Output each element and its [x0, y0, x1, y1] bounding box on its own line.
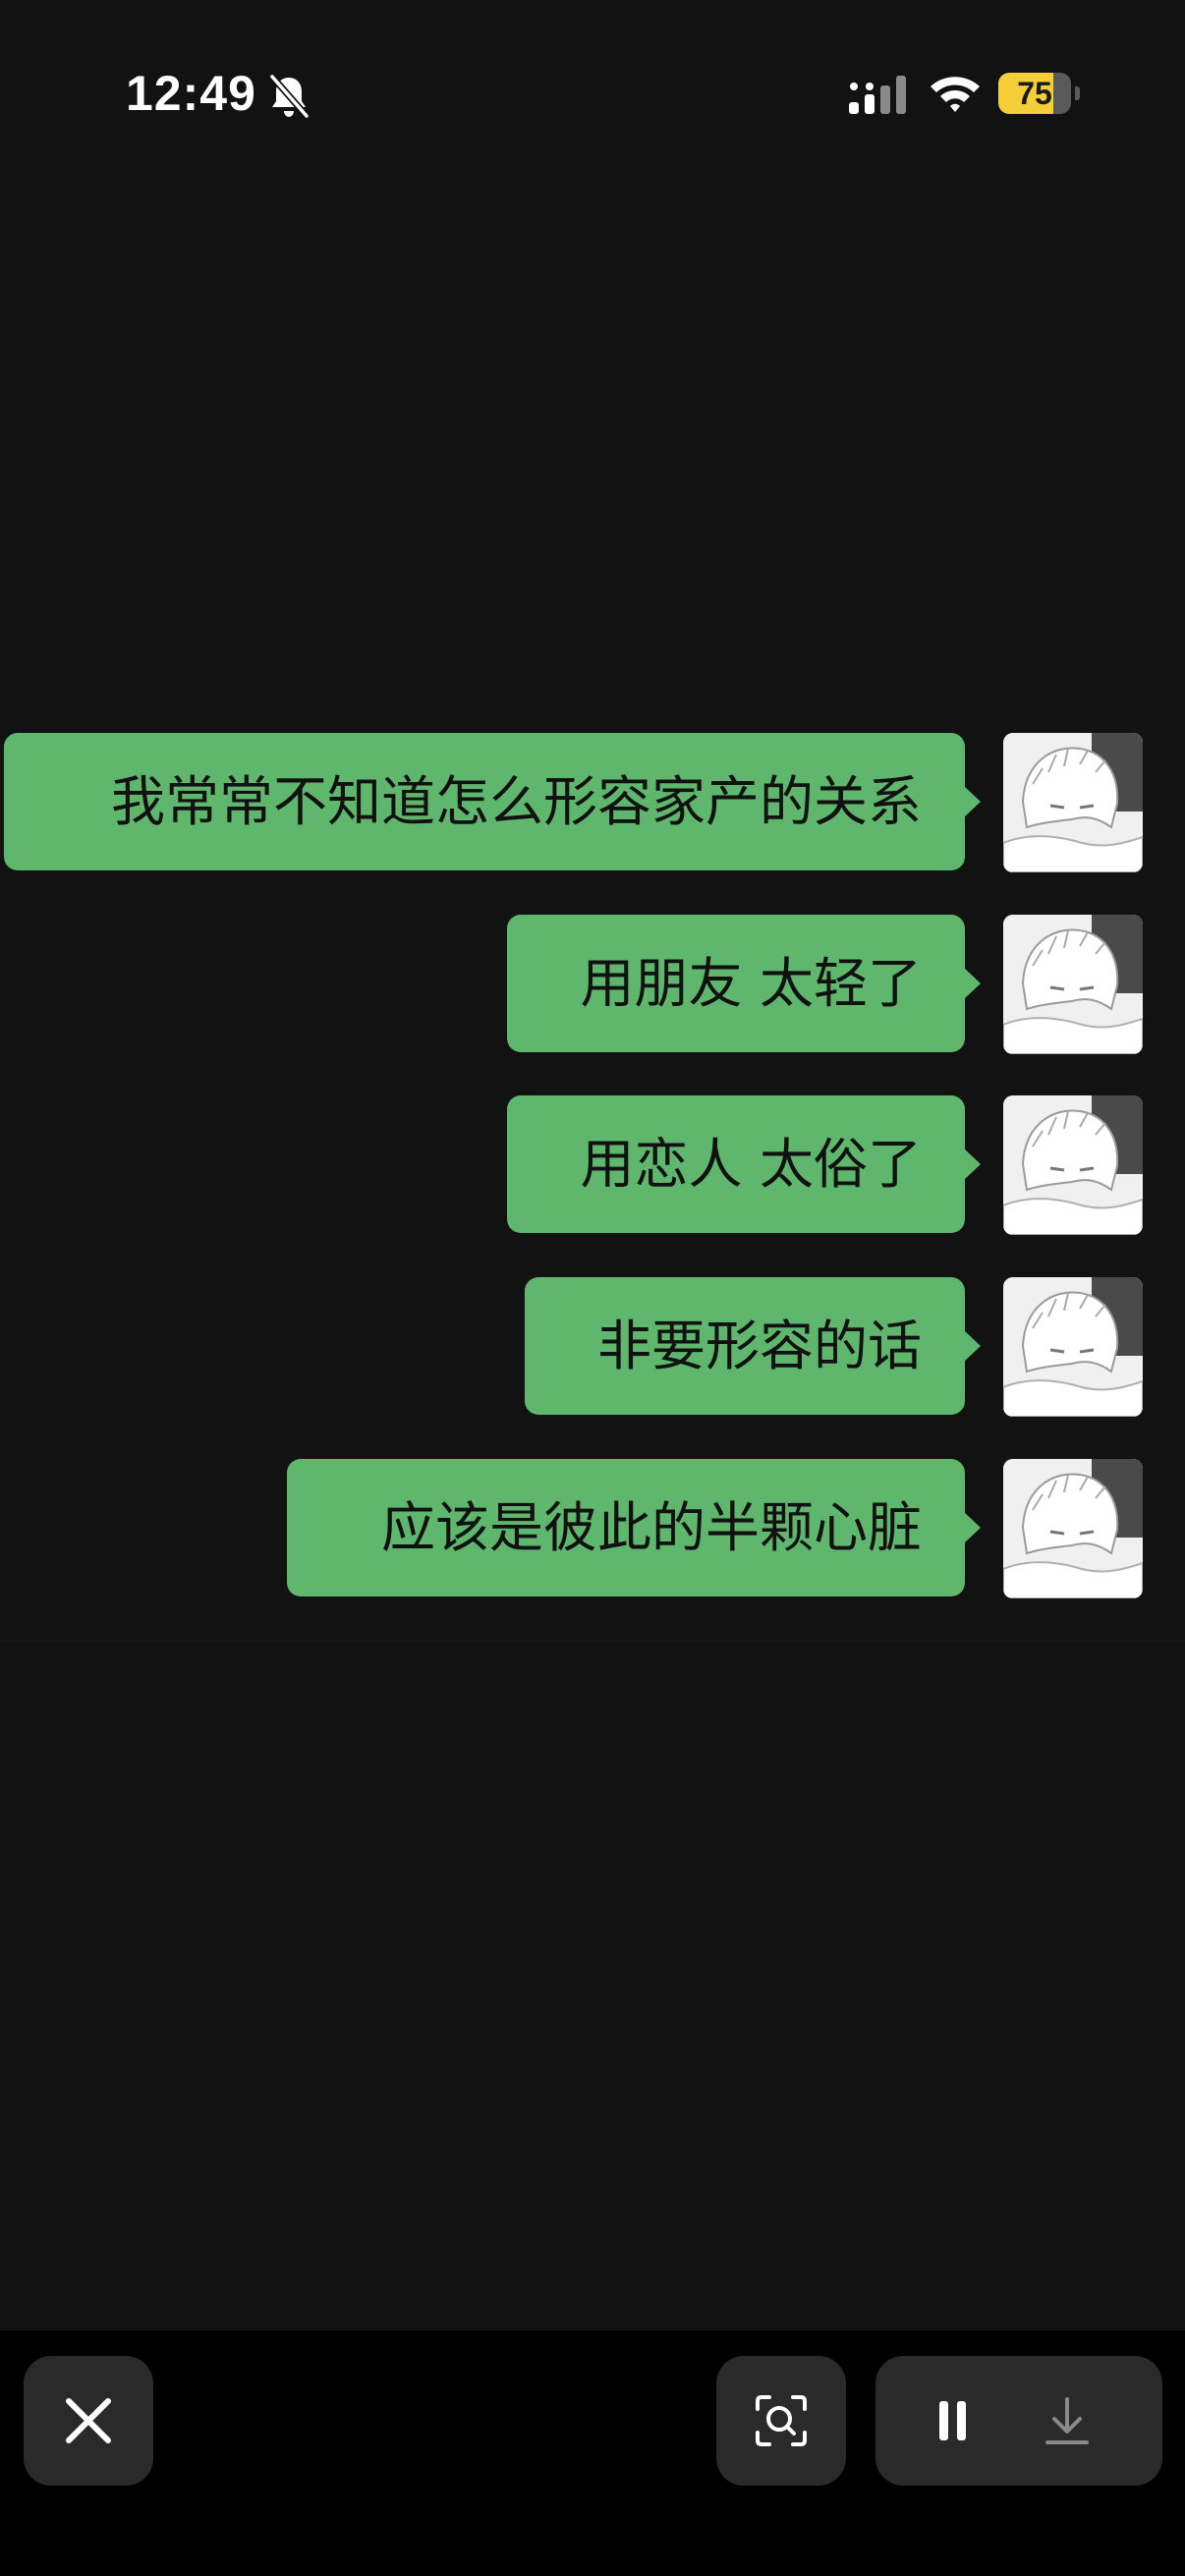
message-text: 非要形容的话 — [596, 1315, 922, 1377]
message-bubble[interactable]: 应该是彼此的半颗心脏 — [287, 1459, 981, 1596]
avatar[interactable] — [1003, 915, 1143, 1054]
avatar[interactable] — [1003, 733, 1143, 872]
avatar[interactable] — [1003, 1277, 1143, 1417]
anime-boy-avatar-icon — [1003, 1459, 1143, 1598]
anime-boy-avatar-icon — [1003, 733, 1143, 872]
message-row: 用朋友 太轻了 — [0, 909, 1185, 1054]
chat-area: 我常常不知道怎么形容家产的关系 用朋友 太轻了 用恋人 太俗了 非要形容的话 应… — [0, 727, 1185, 1642]
download-button[interactable] — [1019, 2356, 1162, 2486]
anime-boy-avatar-icon — [1003, 1095, 1143, 1235]
message-text: 用朋友 太轻了 — [580, 952, 922, 1015]
download-icon — [1045, 2397, 1089, 2444]
message-bubble[interactable]: 用朋友 太轻了 — [507, 915, 981, 1052]
message-text: 我常常不知道怎么形容家产的关系 — [110, 770, 922, 833]
message-text: 应该是彼此的半颗心脏 — [380, 1496, 922, 1559]
pause-button[interactable] — [875, 2356, 1019, 2486]
message-row: 用恋人 太俗了 — [0, 1090, 1185, 1235]
cellular-signal-icon — [849, 76, 906, 114]
visual-search-button[interactable] — [716, 2356, 846, 2486]
media-controls — [875, 2356, 1162, 2486]
close-button[interactable] — [24, 2356, 153, 2486]
bottom-toolbar — [0, 2330, 1185, 2576]
avatar[interactable] — [1003, 1459, 1143, 1598]
avatar[interactable] — [1003, 1095, 1143, 1235]
message-bubble[interactable]: 我常常不知道怎么形容家产的关系 — [4, 733, 981, 870]
battery-level: 75 — [1017, 76, 1052, 111]
wifi-icon — [931, 77, 980, 112]
battery-icon: 75 — [998, 73, 1081, 114]
status-bar: 12:49 75 — [0, 0, 1185, 177]
message-row: 我常常不知道怎么形容家产的关系 — [0, 727, 1185, 872]
message-row: 非要形容的话 — [0, 1271, 1185, 1417]
message-text: 用恋人 太俗了 — [580, 1133, 922, 1196]
status-time: 12:49 — [126, 66, 256, 121]
battery-tip — [1075, 86, 1080, 100]
battery-body: 75 — [998, 73, 1071, 114]
anime-boy-avatar-icon — [1003, 915, 1143, 1054]
pause-icon — [939, 2401, 966, 2440]
bell-muted-icon — [269, 74, 310, 119]
visual-search-icon — [756, 2395, 807, 2446]
message-row: 应该是彼此的半颗心脏 — [0, 1453, 1185, 1598]
message-bubble[interactable]: 非要形容的话 — [525, 1277, 981, 1415]
message-bubble[interactable]: 用恋人 太俗了 — [507, 1095, 981, 1233]
anime-boy-avatar-icon — [1003, 1277, 1143, 1417]
close-icon — [66, 2398, 111, 2443]
